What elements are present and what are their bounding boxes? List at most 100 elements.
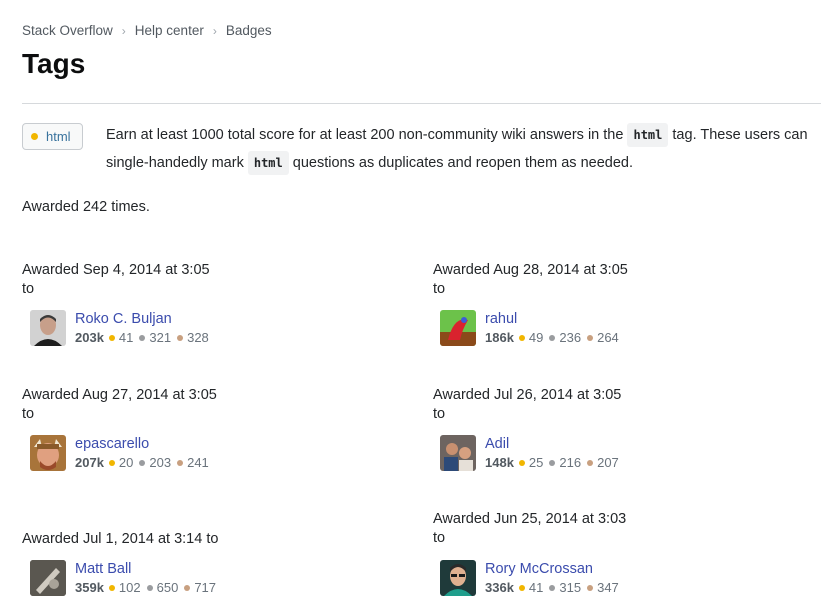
- gold-count: 25: [528, 455, 544, 470]
- award-to: to: [433, 281, 446, 297]
- user-name[interactable]: rahul: [485, 310, 625, 328]
- user-card: Rory McCrossan 336k 41 315 347: [440, 560, 625, 596]
- user-name[interactable]: Roko C. Buljan: [75, 310, 215, 328]
- gold-count: 20: [118, 455, 134, 470]
- breadcrumb-badges[interactable]: Badges: [226, 23, 272, 38]
- avatar[interactable]: [30, 310, 66, 346]
- gold-badge-icon: [31, 133, 38, 140]
- silver-count: 650: [156, 580, 179, 595]
- avatar[interactable]: [440, 435, 476, 471]
- reputation: 203k: [75, 330, 104, 345]
- avatar[interactable]: [30, 560, 66, 596]
- badge-html[interactable]: html: [22, 123, 83, 150]
- user-stats: 186k 49 236 264: [485, 330, 625, 345]
- user-name[interactable]: Adil: [485, 435, 625, 453]
- award-entry: Awarded Jul 1, 2014 at 3:14 to: [22, 530, 402, 549]
- tag-code-html: html: [627, 123, 669, 148]
- user-card: Roko C. Buljan 203k 41 321 328: [30, 310, 215, 346]
- silver-count: 203: [149, 455, 172, 470]
- gold-badge-icon: [518, 584, 525, 591]
- reputation: 148k: [485, 455, 514, 470]
- user-name[interactable]: Matt Ball: [75, 560, 222, 578]
- breadcrumb-stack-overflow[interactable]: Stack Overflow: [22, 23, 113, 38]
- bronze-count: 264: [597, 330, 619, 345]
- gold-badge-icon: [108, 584, 115, 591]
- description-text-3: questions as duplicates and reopen them …: [292, 155, 633, 171]
- reputation: 359k: [75, 580, 104, 595]
- gold-count: 49: [528, 330, 544, 345]
- reputation: 336k: [485, 580, 514, 595]
- award-entry: Awarded Jun 25, 2014 at 3:03 to: [433, 510, 813, 548]
- award-entry: Awarded Aug 27, 2014 at 3:05 to: [22, 386, 402, 424]
- award-to: to: [433, 406, 446, 422]
- user-card: rahul 186k 49 236 264: [440, 310, 625, 346]
- badge-description: Earn at least 1000 total score for at le…: [106, 121, 818, 177]
- gold-count: 41: [118, 330, 134, 345]
- gold-count: 41: [528, 580, 544, 595]
- gold-badge-icon: [518, 334, 525, 341]
- award-entry: Awarded Aug 28, 2014 at 3:05 to: [433, 261, 813, 299]
- award-date: Awarded Aug 27, 2014 at 3:05: [22, 387, 217, 403]
- silver-badge-icon: [146, 584, 153, 591]
- user-stats: 359k 102 650 717: [75, 580, 222, 595]
- badge-label: html: [46, 129, 71, 144]
- page-title: Tags: [22, 48, 86, 79]
- description-text-1: Earn at least 1000 total score for at le…: [106, 127, 624, 143]
- bronze-count: 207: [597, 455, 619, 470]
- user-stats: 203k 41 321 328: [75, 330, 215, 345]
- gold-badge-icon: [108, 459, 115, 466]
- user-name[interactable]: epascarello: [75, 435, 215, 453]
- award-to: to: [433, 530, 446, 546]
- silver-count: 236: [559, 330, 582, 345]
- silver-badge-icon: [139, 334, 146, 341]
- tag-code-html: html: [247, 151, 289, 176]
- silver-badge-icon: [549, 334, 556, 341]
- breadcrumb-help-center[interactable]: Help center: [135, 23, 204, 38]
- reputation: 207k: [75, 455, 104, 470]
- award-date: Awarded Sep 4, 2014 at 3:05: [22, 262, 210, 278]
- award-date: Awarded Jul 1, 2014 at 3:14 to: [22, 531, 219, 547]
- bronze-badge-icon: [177, 459, 184, 466]
- gold-count: 102: [118, 580, 141, 595]
- bronze-count: 241: [187, 455, 209, 470]
- award-to: to: [22, 406, 35, 422]
- bronze-count: 717: [194, 580, 217, 595]
- silver-badge-icon: [549, 584, 556, 591]
- bronze-badge-icon: [587, 584, 594, 591]
- user-card: Adil 148k 25 216 207: [440, 435, 625, 471]
- user-stats: 336k 41 315 347: [485, 580, 625, 595]
- award-entry: Awarded Sep 4, 2014 at 3:05 to: [22, 261, 402, 299]
- awarded-count: Awarded 242 times.: [22, 199, 150, 215]
- avatar[interactable]: [30, 435, 66, 471]
- silver-badge-icon: [139, 459, 146, 466]
- user-stats: 148k 25 216 207: [485, 455, 625, 470]
- bronze-count: 347: [597, 580, 619, 595]
- user-stats: 207k 20 203 241: [75, 455, 215, 470]
- award-date: Awarded Aug 28, 2014 at 3:05: [433, 262, 628, 278]
- bronze-badge-icon: [184, 584, 191, 591]
- avatar[interactable]: [440, 560, 476, 596]
- bronze-badge-icon: [177, 334, 184, 341]
- user-card: Matt Ball 359k 102 650 717: [30, 560, 222, 596]
- silver-badge-icon: [549, 459, 556, 466]
- divider: [22, 103, 821, 104]
- bronze-count: 328: [187, 330, 209, 345]
- user-name[interactable]: Rory McCrossan: [485, 560, 625, 578]
- award-date: Awarded Jun 25, 2014 at 3:03: [433, 511, 627, 527]
- chevron-right-icon: ›: [212, 23, 217, 38]
- silver-count: 321: [149, 330, 172, 345]
- award-date: Awarded Jul 26, 2014 at 3:05: [433, 387, 622, 403]
- silver-count: 216: [559, 455, 582, 470]
- chevron-right-icon: ›: [121, 23, 126, 38]
- bronze-badge-icon: [587, 459, 594, 466]
- silver-count: 315: [559, 580, 582, 595]
- user-card: epascarello 207k 20 203 241: [30, 435, 215, 471]
- bronze-badge-icon: [587, 334, 594, 341]
- gold-badge-icon: [108, 334, 115, 341]
- avatar[interactable]: [440, 310, 476, 346]
- reputation: 186k: [485, 330, 514, 345]
- award-to: to: [22, 281, 35, 297]
- gold-badge-icon: [518, 459, 525, 466]
- award-entry: Awarded Jul 26, 2014 at 3:05 to: [433, 386, 813, 424]
- breadcrumb: Stack Overflow › Help center › Badges: [22, 23, 272, 38]
